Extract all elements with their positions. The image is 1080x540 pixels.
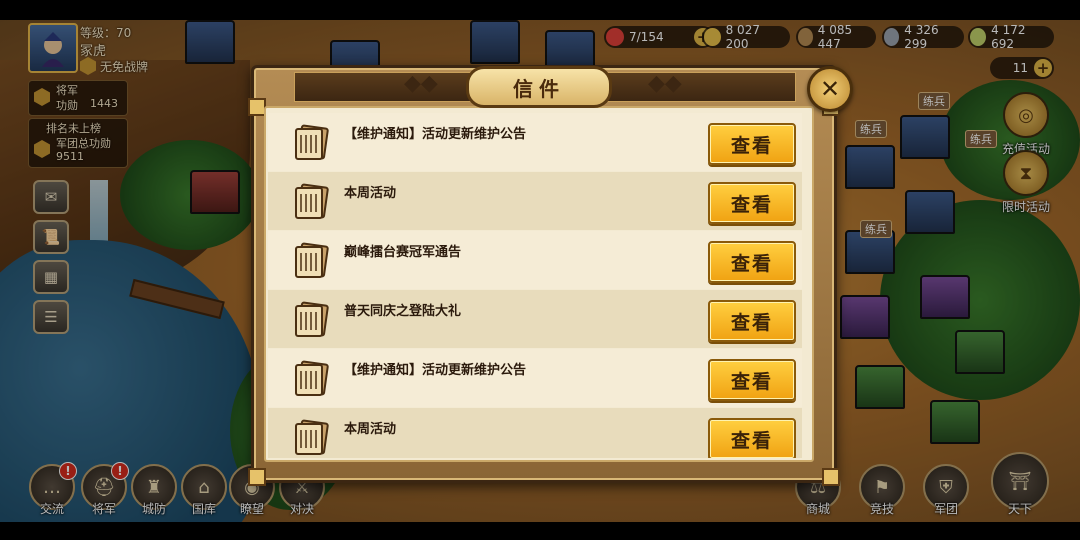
letter-icon bbox=[295, 419, 329, 455]
letter-icon bbox=[295, 242, 329, 278]
view-mail-button[interactable]: 查看 bbox=[708, 182, 796, 224]
letter-icon bbox=[295, 124, 329, 160]
letterbox-top bbox=[0, 0, 1080, 20]
frame-corner bbox=[248, 468, 266, 486]
mail-row[interactable]: 普天同庆之登陆大礼 查看 bbox=[268, 290, 802, 348]
mail-subject: 【维护通知】活动更新维护公告 bbox=[344, 363, 527, 378]
frame-corner bbox=[822, 468, 840, 486]
letterbox-bottom bbox=[0, 522, 1080, 540]
letter-icon bbox=[295, 360, 329, 396]
game-screen: 练兵 练兵 练兵 练兵 等级：70 冢虎 无免战牌 将军 功勋 1443 排名未… bbox=[0, 0, 1080, 540]
letter-icon bbox=[295, 301, 329, 337]
close-button[interactable]: ✕ bbox=[807, 66, 853, 112]
mail-subject: 巅峰擂台赛冠军通告 bbox=[344, 245, 462, 260]
mail-subject: 本周活动 bbox=[344, 186, 397, 201]
mail-row[interactable]: 【维护通知】活动更新维护公告 查看 bbox=[268, 349, 802, 407]
dialog-title: 信件 bbox=[466, 66, 612, 108]
mail-row[interactable]: 【维护通知】活动更新维护公告 查看 bbox=[268, 113, 802, 171]
mail-row[interactable]: 本周活动 查看 bbox=[268, 408, 802, 458]
view-mail-button[interactable]: 查看 bbox=[708, 241, 796, 283]
mail-row[interactable]: 巅峰擂台赛冠军通告 查看 bbox=[268, 231, 802, 289]
mail-row[interactable]: 本周活动 查看 bbox=[268, 172, 802, 230]
letter-icon bbox=[295, 183, 329, 219]
mail-subject: 普天同庆之登陆大礼 bbox=[344, 304, 462, 319]
close-icon: ✕ bbox=[819, 75, 841, 103]
mail-dialog: ◆◆ ◆◆ 信件 ✕ 【维护通知】活动更新维护公告查看本周活动查看巅峰擂台赛冠军… bbox=[248, 65, 853, 486]
view-mail-button[interactable]: 查看 bbox=[708, 359, 796, 401]
mail-subject: 【维护通知】活动更新维护公告 bbox=[344, 127, 527, 142]
view-mail-button[interactable]: 查看 bbox=[708, 300, 796, 342]
view-mail-button[interactable]: 查看 bbox=[708, 123, 796, 165]
view-mail-button[interactable]: 查看 bbox=[708, 418, 796, 458]
mail-subject: 本周活动 bbox=[344, 422, 397, 437]
